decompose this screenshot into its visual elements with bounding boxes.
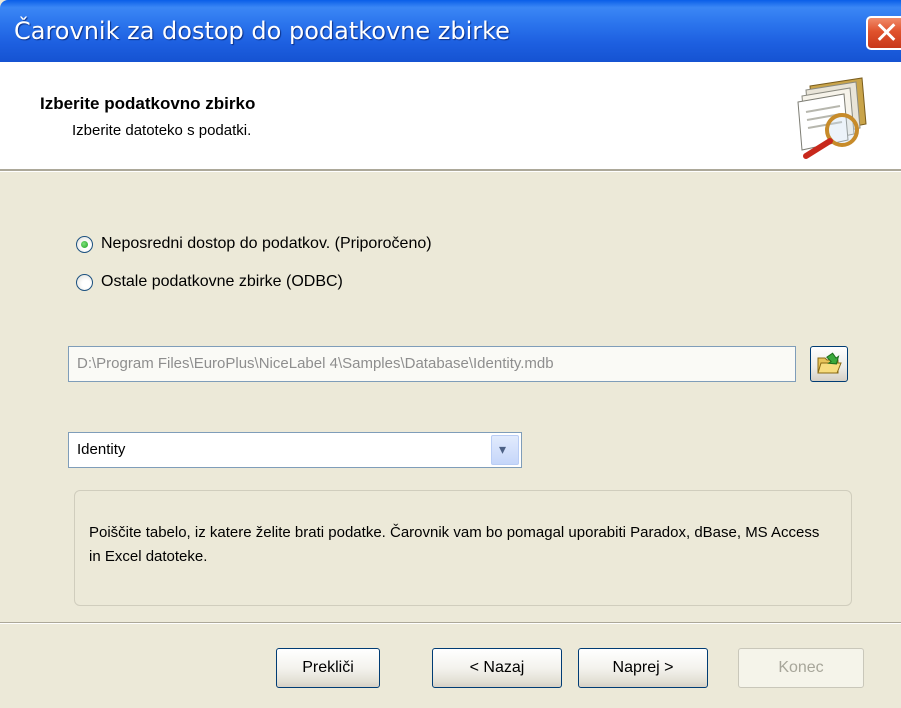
wizard-header: Izberite podatkovno zbirko Izberite dato… [0,62,901,170]
page-title: Izberite podatkovno zbirko [40,94,256,113]
chevron-down-icon: ▾ [499,442,507,458]
close-button[interactable]: ✕ [866,16,901,51]
database-path-field[interactable]: D:\Program Files\EuroPlus\NiceLabel 4\Sa… [68,346,796,382]
footer-divider [0,622,901,624]
page-subtitle: Izberite datoteko s podatki. [72,122,252,139]
back-button[interactable]: < Nazaj [432,648,562,688]
open-folder-icon [817,352,842,374]
radio-odbc[interactable]: Ostale podatkovne zbirke (ODBC) [76,270,343,294]
radio-selected-dot [81,240,88,248]
window-title: Čarovnik za dostop do podatkovne zbirke [14,17,510,45]
info-panel: Poiščite tabelo, iz katere želite brati … [74,490,852,606]
title-bar[interactable]: Čarovnik za dostop do podatkovne zbirke … [0,0,901,62]
radio-odbc-button[interactable] [76,273,93,291]
close-icon: ✕ [874,16,900,51]
radio-direct-access-button[interactable] [76,235,93,253]
database-wizard-icon [797,77,867,159]
cancel-button[interactable]: Prekliči [276,648,380,688]
header-divider [0,170,901,172]
finish-button[interactable]: Konec [738,648,864,688]
radio-direct-access-label: Neposredni dostop do podatkov. (Priporoč… [101,235,432,252]
wizard-window: Čarovnik za dostop do podatkovne zbirke … [0,0,901,708]
table-select-dropdown-button[interactable]: ▾ [491,435,519,465]
radio-odbc-label: Ostale podatkovne zbirke (ODBC) [101,273,343,290]
table-select-value: Identity [77,441,126,458]
radio-direct-access[interactable]: Neposredni dostop do podatkov. (Priporoč… [76,232,432,256]
next-button[interactable]: Naprej > [578,648,708,688]
table-select[interactable]: Identity ▾ [68,432,522,468]
browse-button[interactable] [810,346,848,382]
info-text: Poiščite tabelo, iz katere želite brati … [89,524,820,565]
